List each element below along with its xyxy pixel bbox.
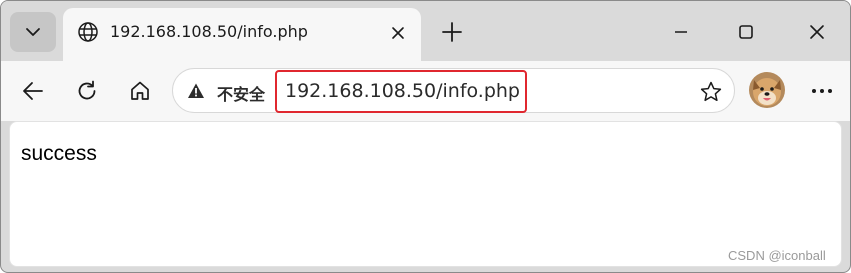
- home-icon: [131, 81, 149, 100]
- browser-window: 192.168.108.50/info.php 不安全 192.168.108.…: [0, 0, 851, 273]
- tab-menu-button[interactable]: [10, 12, 56, 52]
- new-tab-button[interactable]: [435, 15, 469, 49]
- close-icon: [392, 27, 404, 39]
- tab-strip: 192.168.108.50/info.php: [1, 1, 850, 61]
- globe-icon: [77, 21, 99, 43]
- warning-icon[interactable]: [187, 82, 205, 100]
- security-status-label[interactable]: 不安全: [217, 81, 265, 105]
- home-button[interactable]: [124, 75, 156, 107]
- minimize-button[interactable]: [661, 15, 701, 49]
- back-button[interactable]: [17, 75, 49, 107]
- page-body-text: success: [21, 142, 97, 165]
- url-text[interactable]: 192.168.108.50/info.php: [285, 80, 520, 102]
- maximize-icon: [739, 25, 753, 39]
- page-content: success: [9, 121, 842, 267]
- close-window-icon: [810, 25, 824, 39]
- address-bar[interactable]: 不安全 192.168.108.50/info.php: [172, 68, 735, 113]
- more-button[interactable]: [806, 75, 838, 107]
- reload-icon: [78, 80, 96, 100]
- reload-button[interactable]: [71, 75, 103, 107]
- browser-toolbar: 不安全 192.168.108.50/info.php: [1, 61, 850, 121]
- minimize-icon: [675, 31, 687, 33]
- plus-icon: [442, 22, 462, 42]
- more-icon: [812, 89, 832, 93]
- avatar[interactable]: [749, 72, 785, 108]
- maximize-button[interactable]: [726, 15, 766, 49]
- watermark: CSDN @iconball: [728, 248, 826, 263]
- close-window-button[interactable]: [797, 15, 837, 49]
- star-icon[interactable]: [699, 80, 723, 104]
- close-tab-button[interactable]: [385, 20, 411, 46]
- back-arrow-icon: [23, 82, 43, 100]
- tab-title: 192.168.108.50/info.php: [110, 22, 308, 41]
- chevron-down-icon: [26, 28, 40, 36]
- active-tab[interactable]: 192.168.108.50/info.php: [63, 8, 421, 61]
